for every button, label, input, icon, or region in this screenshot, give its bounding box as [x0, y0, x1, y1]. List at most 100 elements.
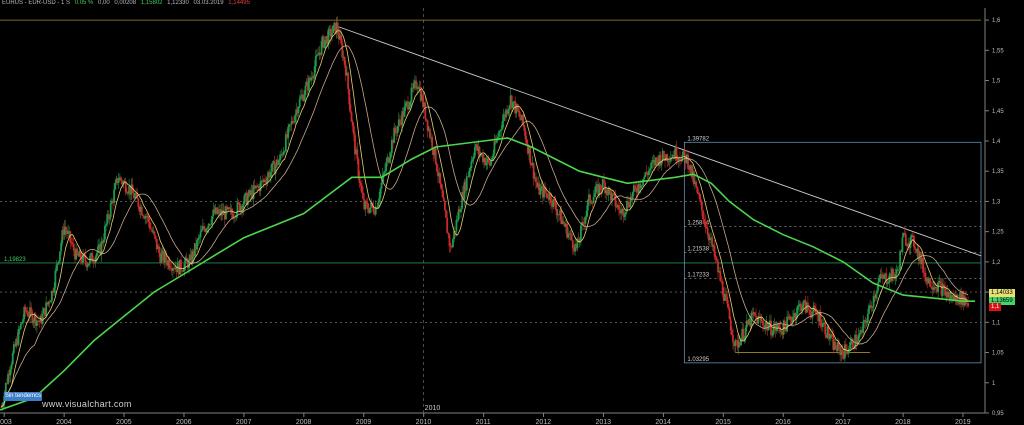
candle-body: [243, 195, 246, 205]
candle-body: [783, 320, 786, 326]
moving-average-long: [0, 137, 975, 411]
candle-body: [468, 171, 470, 177]
candle-body: [153, 231, 156, 236]
candle-body: [113, 189, 116, 203]
candle-body: [797, 304, 800, 307]
candle-body: [524, 131, 527, 140]
candle-body: [717, 261, 719, 273]
candle-body: [696, 186, 699, 193]
candle-body: [570, 233, 573, 241]
candle-body: [56, 263, 59, 265]
candle-body: [883, 274, 885, 279]
candle-body: [168, 260, 171, 269]
candle-body: [498, 131, 500, 137]
field-3: 1,12330: [167, 0, 189, 6]
candle-body: [304, 85, 307, 96]
candle-body: [582, 222, 585, 224]
candle-body: [539, 187, 542, 195]
candle-body: [408, 106, 411, 110]
y-tick-label: 1,5: [992, 79, 1001, 85]
candle-body: [623, 214, 626, 217]
candle-body: [95, 253, 98, 257]
candle-body: [352, 126, 355, 135]
candle-body: [350, 112, 353, 122]
candle-body: [937, 282, 940, 292]
candle-body: [396, 126, 399, 134]
x-tick-label: 2017: [835, 419, 851, 425]
candle-body: [435, 163, 438, 172]
candle-body: [4, 382, 7, 392]
candle-body: [778, 323, 780, 328]
x-tick-label: 2004: [56, 419, 72, 425]
candle-body: [683, 150, 686, 155]
candle-body: [649, 168, 651, 171]
candle-body: [137, 198, 140, 207]
y-tick-label: 1,2: [992, 260, 1001, 266]
candle-body: [87, 263, 90, 266]
candle-body: [357, 158, 360, 178]
candle-body: [871, 306, 874, 308]
candle-body: [198, 237, 201, 239]
candle-body: [127, 193, 129, 195]
fib-level-label: 1.03295: [687, 357, 709, 363]
candle-body: [303, 95, 306, 101]
candle-body: [599, 184, 602, 190]
candle-body: [283, 151, 286, 153]
y-tick-label: 1,35: [992, 169, 1004, 175]
candle-body: [796, 306, 799, 314]
candle-body: [967, 303, 969, 307]
candle-body: [770, 320, 772, 336]
candle-body: [641, 184, 643, 187]
candle-body: [523, 125, 526, 132]
candle-body: [299, 96, 302, 99]
candle-body: [878, 278, 881, 283]
candle-body: [182, 271, 185, 272]
candle-body: [930, 286, 933, 288]
fib-range-box: [683, 141, 982, 364]
candle-body: [624, 211, 627, 215]
candle-body: [471, 159, 474, 162]
candle-body: [49, 300, 52, 303]
candle-body: [117, 180, 120, 183]
candle-body: [555, 208, 558, 216]
candle-body: [589, 194, 591, 203]
candle-body: [789, 316, 792, 321]
candle-body: [382, 172, 385, 175]
candle-body: [410, 87, 413, 102]
x-tick-label: 2016: [775, 419, 791, 425]
candle-body: [389, 152, 392, 159]
candle-body: [216, 211, 219, 214]
candle-body: [434, 147, 437, 164]
x-tick-label: 2014: [655, 419, 671, 425]
candle-body: [341, 43, 344, 58]
candle-body: [857, 334, 860, 342]
candle-body: [55, 264, 58, 271]
candle-body: [732, 334, 734, 343]
candle-body: [64, 226, 67, 231]
candle-body: [634, 185, 636, 188]
candle-body: [662, 150, 665, 158]
candle-body: [586, 200, 589, 211]
candle-body: [26, 312, 29, 317]
candle-body: [508, 105, 511, 110]
candle-body: [445, 210, 447, 218]
price-chart[interactable]: 0,9511,051,11,151,21,251,31,351,41,451,5…: [0, 0, 1024, 425]
candle-body: [378, 198, 381, 203]
symbol-label: EURUS - EUR-USD - 1 S: [2, 0, 71, 6]
candle-body: [324, 40, 326, 48]
x-tick-label: 2018: [895, 419, 911, 425]
x-tick-label: 2008: [296, 419, 312, 425]
candle-body: [571, 240, 574, 249]
candle-body: [579, 225, 582, 241]
candle-body: [365, 201, 368, 204]
candle-body: [719, 271, 722, 281]
candle-body: [886, 283, 889, 284]
candle-body: [320, 41, 323, 55]
x-tick-label: 2005: [116, 419, 132, 425]
candle-body: [939, 281, 942, 283]
candle-body: [730, 330, 733, 335]
candle-body: [45, 302, 48, 317]
candle-body: [148, 222, 151, 229]
trend-toggle-button[interactable]: Sin tendemcs: [4, 392, 42, 401]
candle-body: [439, 172, 442, 185]
